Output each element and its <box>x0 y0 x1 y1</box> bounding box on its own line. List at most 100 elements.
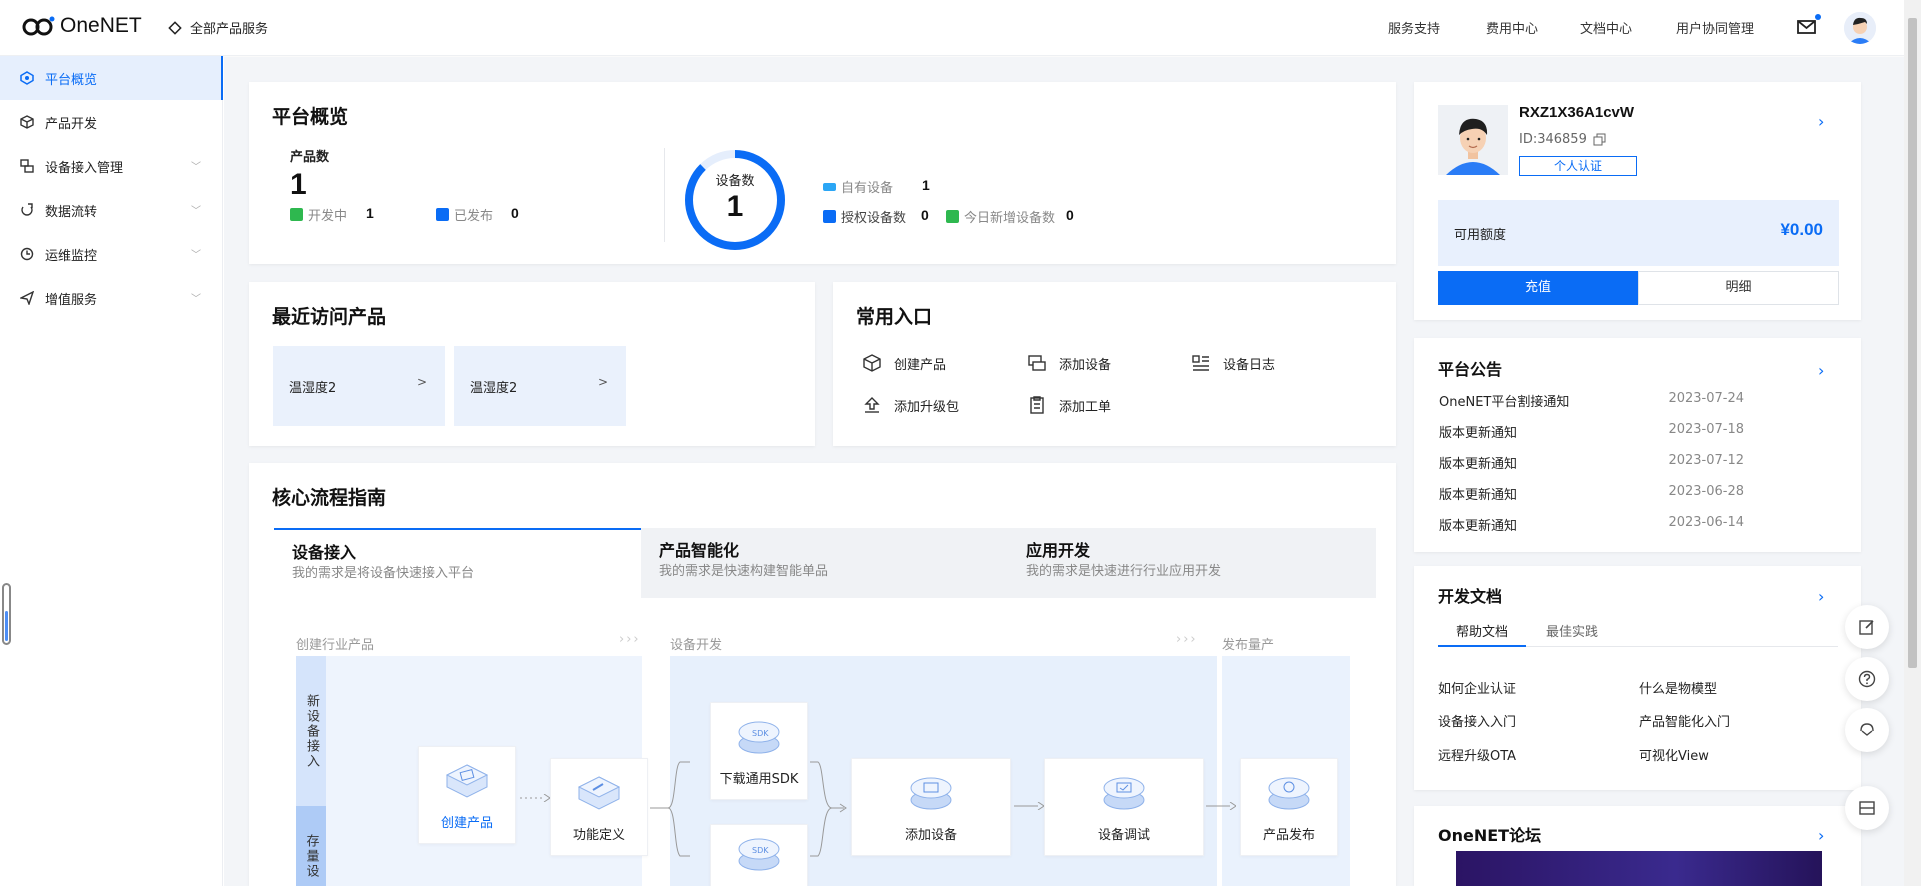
personal-verify-button[interactable]: 个人认证 <box>1519 156 1637 176</box>
sidebar-item-product-dev[interactable]: 产品开发 <box>0 100 223 144</box>
tab-subtitle: 我的需求是快速构建智能单品 <box>659 564 829 579</box>
announcement-item[interactable]: 版本更新通知 2023-06-14 <box>1439 515 1744 534</box>
announcement-item[interactable]: 版本更新通知 2023-06-28 <box>1439 484 1744 503</box>
forum-banner[interactable] <box>1456 851 1822 886</box>
today-new-label: 今日新增设备数 <box>964 211 1056 226</box>
add-device-icon <box>1028 355 1046 371</box>
own-devices-value: 1 <box>922 177 930 193</box>
chevron-right-icon[interactable]: › <box>1818 587 1824 606</box>
dev-docs-title: 开发文档 <box>1438 587 1503 606</box>
announcement-item[interactable]: 版本更新通知 2023-07-12 <box>1439 453 1744 472</box>
doc-link[interactable]: 远程升级OTA <box>1438 745 1516 764</box>
flow-node-product-release[interactable]: 产品发布 <box>1240 758 1338 856</box>
release-icon <box>1268 777 1310 810</box>
docs-tab-help[interactable]: 帮助文档 <box>1438 621 1526 647</box>
chevron-right-icon[interactable]: › <box>1818 112 1824 131</box>
flow-node-download-sdk[interactable]: SDK 下载通用SDK <box>710 702 808 800</box>
auth-devices-value: 0 <box>921 207 929 223</box>
monitor-icon <box>20 247 34 261</box>
lane-label: 存量设 <box>303 834 319 879</box>
onenet-logo[interactable]: OneNET <box>22 14 142 38</box>
doc-link[interactable]: 可视化View <box>1639 745 1709 764</box>
nav-user-collab[interactable]: 用户协同管理 <box>1676 18 1754 37</box>
scrollbar-thumb[interactable] <box>1908 18 1917 668</box>
chevron-down-icon: ﹀ <box>191 162 201 173</box>
sidebar-item-value-added[interactable]: 增值服务 ﹀ <box>0 276 223 320</box>
chevron-right-icon[interactable]: › <box>1818 361 1824 380</box>
process-flow: 创建行业产品 ››› 设备开发 ››› 发布量产 新设备接入 存量设 创建产品 … <box>274 598 1376 886</box>
announcement-item[interactable]: OneNET平台割接通知 2023-07-24 <box>1439 391 1744 410</box>
nav-service-support[interactable]: 服务支持 <box>1388 18 1440 37</box>
help-button[interactable] <box>1845 657 1889 701</box>
sidebar-item-data-flow[interactable]: 数据流转 ﹀ <box>0 188 223 232</box>
recharge-button[interactable]: 充值 <box>1438 271 1638 305</box>
quick-create-product[interactable]: 创建产品 <box>862 353 946 373</box>
flow-node-label: 设备调试 <box>1097 828 1150 843</box>
mail-button[interactable] <box>1796 14 1821 38</box>
balance-panel: 可用额度 ¥0.00 <box>1438 200 1839 266</box>
tab-product-smart[interactable]: 产品智能化 我的需求是快速构建智能单品 <box>641 528 1008 598</box>
page-scrollbar[interactable] <box>1904 0 1921 886</box>
question-icon <box>1858 670 1876 688</box>
phase-arrow: ››› <box>619 632 641 647</box>
today-new-stat: 今日新增设备数 <box>946 207 1055 226</box>
feedback-edit-button[interactable] <box>1845 605 1889 649</box>
announcement-item[interactable]: 版本更新通知 2023-07-18 <box>1439 422 1744 441</box>
quick-add-ticket[interactable]: 添加工单 <box>1027 395 1111 415</box>
avatar-icon <box>1438 105 1508 175</box>
overview-card <box>249 82 1396 264</box>
quick-add-upgrade[interactable]: 添加升级包 <box>862 395 959 415</box>
all-products-menu[interactable]: 全部产品服务 <box>168 18 268 37</box>
sidebar-item-device-access[interactable]: 设备接入管理 ﹀ <box>0 144 223 188</box>
doc-link[interactable]: 如何企业认证 <box>1438 678 1516 697</box>
dataflow-icon <box>20 203 34 217</box>
sidebar-item-platform-overview[interactable]: 平台概览 <box>0 56 223 100</box>
account-avatar <box>1438 105 1508 175</box>
support-button[interactable] <box>1845 708 1889 752</box>
debug-icon <box>1103 777 1145 810</box>
quick-entry-title: 常用入口 <box>856 306 933 328</box>
flow-node-create-product[interactable]: 创建产品 <box>418 746 516 844</box>
user-avatar[interactable] <box>1844 12 1876 44</box>
quick-entry-label: 添加升级包 <box>894 399 960 415</box>
detail-button[interactable]: 明细 <box>1638 271 1839 305</box>
quick-device-log[interactable]: 设备日志 <box>1191 353 1275 373</box>
flow-node-sdk-alt[interactable]: SDK <box>710 824 808 886</box>
doc-link[interactable]: 什么是物模型 <box>1639 678 1717 697</box>
brand-name: OneNET <box>60 14 142 37</box>
top-bar: OneNET 全部产品服务 服务支持 费用中心 文档中心 用户协同管理 <box>0 0 1921 56</box>
recent-product-item[interactable]: 温湿度2 > <box>454 346 626 426</box>
quick-add-device[interactable]: 添加设备 <box>1027 353 1111 373</box>
tab-device-access[interactable]: 设备接入 我的需求是将设备快速接入平台 <box>274 528 641 598</box>
cube-icon <box>863 354 881 372</box>
docs-tab-best-practice[interactable]: 最佳实践 <box>1532 621 1612 647</box>
flow-node-function-def[interactable]: 功能定义 <box>550 758 648 856</box>
flow-node-add-device[interactable]: 添加设备 <box>851 758 1011 856</box>
nav-billing-center[interactable]: 费用中心 <box>1486 18 1538 37</box>
sidebar-item-ops-monitor[interactable]: 运维监控 ﹀ <box>0 232 223 276</box>
all-products-label: 全部产品服务 <box>190 22 269 37</box>
diamond-icon <box>168 20 182 35</box>
recent-product-item[interactable]: 温湿度2 > <box>273 346 445 426</box>
edit-icon <box>1859 620 1874 635</box>
flow-node-device-debug[interactable]: 设备调试 <box>1044 758 1204 856</box>
account-id-row: ID:346859 <box>1519 132 1606 147</box>
balance-label: 可用额度 <box>1454 228 1507 243</box>
headset-icon <box>1860 723 1874 736</box>
lane-new-device: 新设备接入 <box>296 656 326 806</box>
chevron-right-icon[interactable]: › <box>1818 826 1824 845</box>
doc-link[interactable]: 产品智能化入门 <box>1639 711 1730 730</box>
doc-link[interactable]: 设备接入入门 <box>1438 711 1516 730</box>
collapse-panel-button[interactable] <box>1845 786 1889 830</box>
branch-brace <box>650 761 690 857</box>
flow-node-label: 创建产品 <box>440 816 493 831</box>
nav-doc-center[interactable]: 文档中心 <box>1580 18 1632 37</box>
tab-title: 设备接入 <box>292 543 357 562</box>
sidebar-drag-handle[interactable] <box>2 583 11 645</box>
copy-icon[interactable] <box>1593 133 1606 146</box>
phase-arrow: ››› <box>1176 632 1198 647</box>
tab-app-dev[interactable]: 应用开发 我的需求是快速进行行业应用开发 <box>1008 528 1375 598</box>
clipboard-icon <box>1030 396 1044 414</box>
announcement-text: OneNET平台割接通知 <box>1439 395 1570 410</box>
onenet-logo-icon <box>22 16 55 36</box>
